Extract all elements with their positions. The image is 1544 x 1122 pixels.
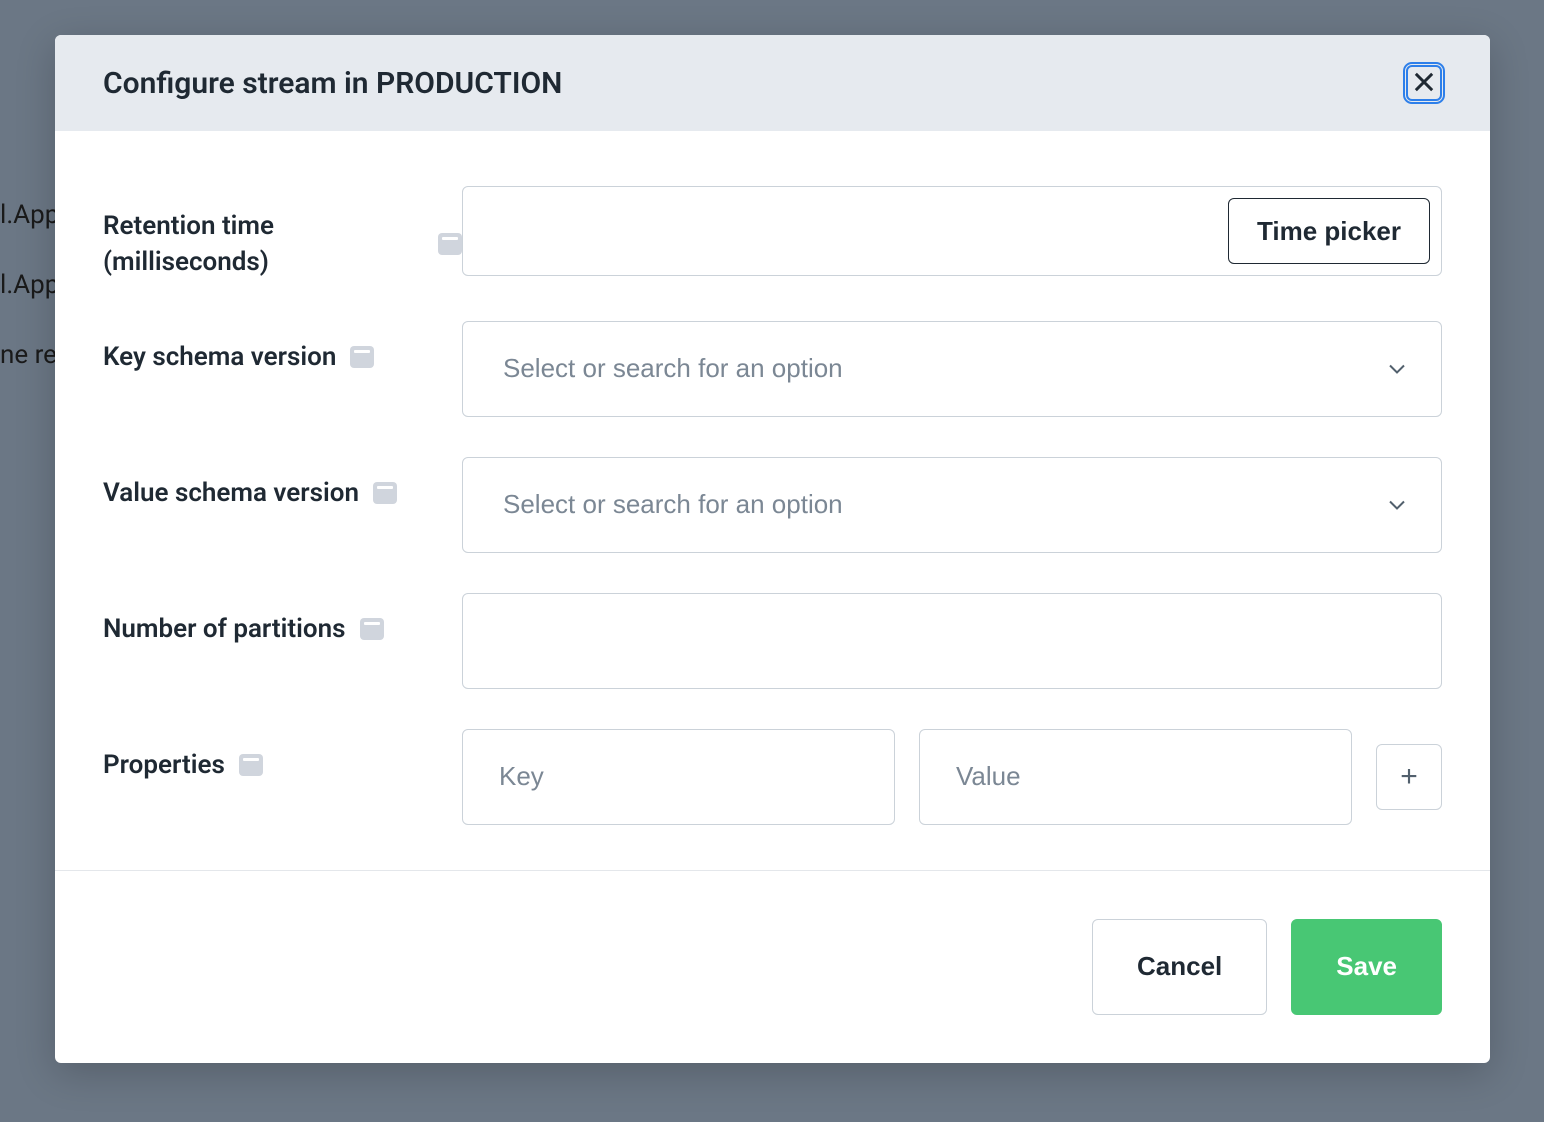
property-value-input[interactable] xyxy=(919,729,1352,825)
info-icon xyxy=(350,346,374,368)
background-text: l.App xyxy=(0,200,59,230)
key-schema-select[interactable]: Select or search for an option xyxy=(462,321,1442,417)
configure-stream-modal: Configure stream in PRODUCTION Retention… xyxy=(55,35,1490,1063)
control-wrap: + xyxy=(462,729,1442,825)
info-icon xyxy=(239,754,263,776)
key-schema-row: Key schema version Select or search for … xyxy=(103,321,1442,417)
select-wrap: Select or search for an option xyxy=(462,321,1442,417)
value-schema-select[interactable]: Select or search for an option xyxy=(462,457,1442,553)
properties-row: Properties + xyxy=(103,729,1442,825)
cancel-button[interactable]: Cancel xyxy=(1092,919,1267,1015)
key-schema-label: Key schema version xyxy=(103,339,336,375)
label-wrap: Properties xyxy=(103,729,462,783)
label-wrap: Number of partitions xyxy=(103,593,462,647)
value-schema-label: Value schema version xyxy=(103,475,359,511)
info-icon xyxy=(373,482,397,504)
control-wrap: Select or search for an option xyxy=(462,321,1442,417)
retention-time-row: Retention time (milliseconds) Time picke… xyxy=(103,186,1442,281)
label-wrap: Key schema version xyxy=(103,321,462,375)
partitions-row: Number of partitions xyxy=(103,593,1442,689)
properties-label: Properties xyxy=(103,747,225,783)
background-text: l.App xyxy=(0,270,59,300)
close-icon xyxy=(1410,68,1438,99)
info-icon xyxy=(360,618,384,640)
control-wrap: Time picker xyxy=(462,186,1442,276)
select-wrap: Select or search for an option xyxy=(462,457,1442,553)
input-with-button: Time picker xyxy=(462,186,1442,276)
label-wrap: Retention time (milliseconds) xyxy=(103,186,462,281)
retention-time-label: Retention time (milliseconds) xyxy=(103,208,424,281)
save-button[interactable]: Save xyxy=(1291,919,1442,1015)
modal-title: Configure stream in PRODUCTION xyxy=(103,66,562,101)
partitions-label: Number of partitions xyxy=(103,611,346,647)
plus-icon: + xyxy=(1400,760,1418,794)
partitions-input[interactable] xyxy=(462,593,1442,689)
modal-header: Configure stream in PRODUCTION xyxy=(55,35,1490,131)
control-wrap: Select or search for an option xyxy=(462,457,1442,553)
add-property-button[interactable]: + xyxy=(1376,744,1442,810)
info-icon xyxy=(438,233,462,255)
control-wrap xyxy=(462,593,1442,689)
close-button[interactable] xyxy=(1406,65,1442,101)
modal-body: Retention time (milliseconds) Time picke… xyxy=(55,131,1490,870)
time-picker-button[interactable]: Time picker xyxy=(1228,198,1430,264)
background-text: ne re xyxy=(0,340,57,370)
value-schema-row: Value schema version Select or search fo… xyxy=(103,457,1442,553)
property-key-input[interactable] xyxy=(462,729,895,825)
modal-footer: Cancel Save xyxy=(55,870,1490,1063)
properties-inputs: + xyxy=(462,729,1442,825)
label-wrap: Value schema version xyxy=(103,457,462,511)
